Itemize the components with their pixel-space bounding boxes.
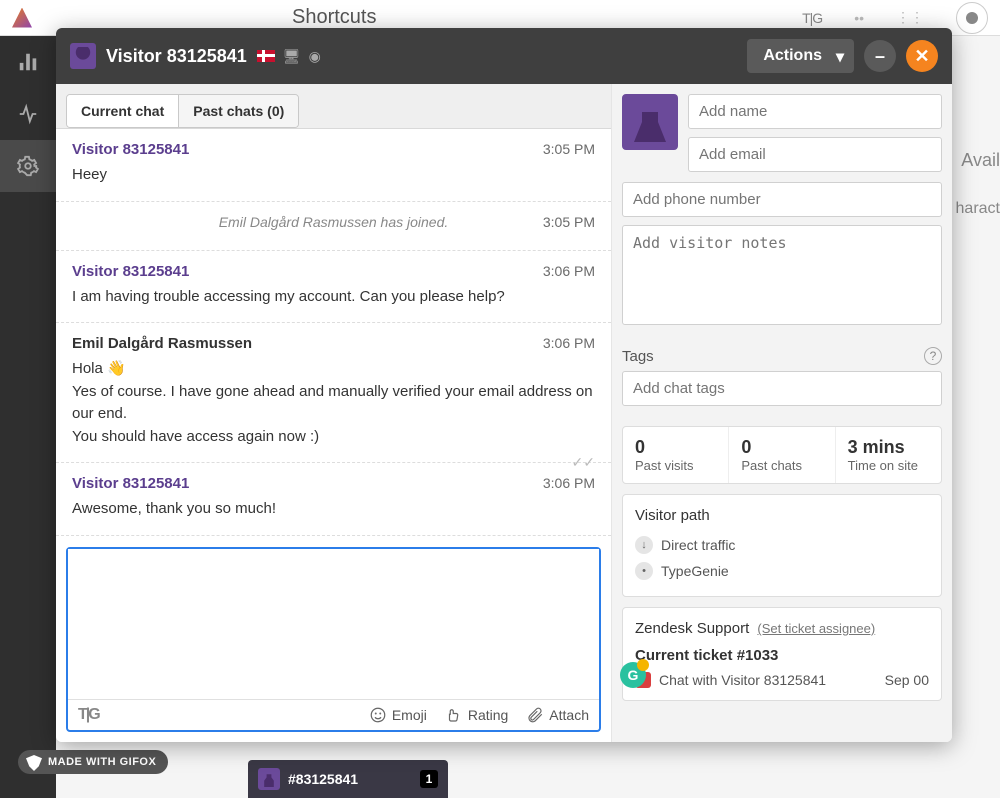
chat-message: Emil Dalgård Rasmussen 3:06 PM Hola 👋Yes o… xyxy=(56,323,611,463)
ticket-item[interactable]: Chat with Visitor 83125841 Sep 00 xyxy=(635,672,929,688)
typegenie-badge: T|G xyxy=(802,10,822,26)
close-button[interactable]: ✕ xyxy=(906,40,938,72)
bg-charact-label: haract xyxy=(956,200,1000,218)
grid-icon: ⋮⋮ xyxy=(896,9,924,26)
chat-tab[interactable]: #83125841 1 xyxy=(248,760,448,798)
sender-name: Visitor 83125841 xyxy=(72,475,189,492)
attach-button[interactable]: Attach xyxy=(526,706,589,724)
visitor-sidebar: Tags ? 0 Past visits 0 Past chats 3 mins… xyxy=(612,84,952,742)
composer: T|G Emoji Rating Attach xyxy=(66,547,601,732)
user-avatar[interactable] xyxy=(956,2,988,34)
visitor-name-input[interactable] xyxy=(688,94,942,129)
visitor-notes-input[interactable] xyxy=(622,225,942,325)
set-assignee-link[interactable]: (Set ticket assignee) xyxy=(757,621,875,636)
tab-current-chat[interactable]: Current chat xyxy=(67,95,178,127)
nav-settings[interactable] xyxy=(0,140,56,192)
rating-button[interactable]: Rating xyxy=(445,706,508,724)
visitor-email-input[interactable] xyxy=(688,137,942,172)
visitor-path-text: Direct traffic xyxy=(661,537,735,553)
sender-name: Emil Dalgård Rasmussen xyxy=(72,335,252,352)
nav-activity[interactable] xyxy=(0,88,56,140)
visitor-path-card: Visitor path ↓ Direct traffic • TypeGeni… xyxy=(622,494,942,597)
emoji-button[interactable]: Emoji xyxy=(369,706,427,724)
message-input[interactable] xyxy=(68,549,599,699)
emoji-label: Emoji xyxy=(392,707,427,723)
sender-name: Visitor 83125841 xyxy=(72,263,189,280)
message-body: Hola 👋Yes of course. I have gone ahead a… xyxy=(72,358,595,448)
app-logo-icon xyxy=(12,8,32,28)
sender-name: Visitor 83125841 xyxy=(72,141,189,158)
system-text: Emil Dalgård Rasmussen has joined. xyxy=(219,214,449,230)
modal-header: Visitor 83125841 🖥 ◉ Actions – ✕ xyxy=(56,28,952,84)
tags-section-header: Tags ? xyxy=(612,335,952,371)
visitor-avatar-icon xyxy=(258,768,280,790)
chat-message: Visitor 83125841 3:06 PM Awesome, thank yo… xyxy=(56,463,611,536)
tab-past-chats[interactable]: Past chats (0) xyxy=(178,95,298,127)
browser-icon: ◉ xyxy=(309,48,321,65)
chat-tags-input[interactable] xyxy=(622,371,942,406)
visitor-path-item: ↓ Direct traffic xyxy=(635,532,929,558)
rating-label: Rating xyxy=(468,707,508,723)
stat-label: Past visits xyxy=(635,458,716,473)
ticket-date: Sep 00 xyxy=(885,672,929,688)
ticket-title: Chat with Visitor 83125841 xyxy=(659,672,826,688)
chat-message: Visitor 83125841 3:05 PM Heey xyxy=(56,129,611,202)
attach-label: Attach xyxy=(549,707,589,723)
tags-label: Tags xyxy=(622,348,654,365)
message-body: I am having trouble accessing my account… xyxy=(72,286,595,309)
visitor-avatar-large-icon xyxy=(622,94,678,150)
typegenie-icon: T|G xyxy=(78,706,99,724)
desktop-icon: 🖥 xyxy=(283,48,301,65)
visitor-path-header: Visitor path xyxy=(635,507,929,524)
chat-tab-badge: 1 xyxy=(420,770,438,788)
message-body: Heey xyxy=(72,164,595,187)
zendesk-title: Zendesk Support xyxy=(635,620,749,637)
current-ticket-label: Current ticket #1033 xyxy=(635,647,929,664)
message-time: 3:06 PM xyxy=(543,335,595,351)
chat-tab-label: #83125841 xyxy=(288,771,358,787)
message-body: Awesome, thank you so much! xyxy=(72,498,595,521)
chat-tabs: Current chat Past chats (0) xyxy=(56,84,611,129)
arrow-down-icon: ↓ xyxy=(635,536,653,554)
stat-time-on-site: 3 mins Time on site xyxy=(836,427,941,483)
denmark-flag-icon xyxy=(257,50,275,62)
visitor-path-text: TypeGenie xyxy=(661,563,729,579)
message-time: 3:05 PM xyxy=(543,214,595,230)
nav-home[interactable] xyxy=(0,36,56,88)
read-receipt-icon: ✓✓ xyxy=(572,452,595,473)
stat-label: Past chats xyxy=(741,458,822,473)
gifox-watermark: MADE WITH GIFOX xyxy=(18,750,168,774)
message-time: 3:05 PM xyxy=(543,141,595,157)
system-message: Emil Dalgård Rasmussen has joined. 3:05 P… xyxy=(56,202,611,251)
stat-past-chats: 0 Past chats xyxy=(729,427,835,483)
chat-message: Visitor 83125841 3:06 PM I am having troub… xyxy=(56,251,611,324)
stat-value: 0 xyxy=(635,437,716,458)
message-time: 3:06 PM xyxy=(543,263,595,279)
stat-value: 3 mins xyxy=(848,437,929,458)
left-nav-rail xyxy=(0,36,56,798)
grammarly-icon[interactable]: G xyxy=(620,662,646,688)
minimize-button[interactable]: – xyxy=(864,40,896,72)
chat-modal: Visitor 83125841 🖥 ◉ Actions – ✕ Current… xyxy=(56,28,952,742)
actions-dropdown[interactable]: Actions xyxy=(747,39,854,73)
help-icon[interactable]: ? xyxy=(924,347,942,365)
stat-label: Time on site xyxy=(848,458,929,473)
page-title: Shortcuts xyxy=(292,6,376,29)
visitor-avatar-icon xyxy=(70,43,96,69)
modal-title: Visitor 83125841 xyxy=(106,46,247,67)
bg-avail-label: Avail xyxy=(961,150,1000,171)
zendesk-support-card: Zendesk Support (Set ticket assignee) Cu… xyxy=(622,607,942,701)
dot-icon: • xyxy=(635,562,653,580)
stat-past-visits: 0 Past visits xyxy=(623,427,729,483)
visitor-phone-input[interactable] xyxy=(622,182,942,217)
visitor-stats: 0 Past visits 0 Past chats 3 mins Time o… xyxy=(622,426,942,484)
visitor-path-item: • TypeGenie xyxy=(635,558,929,584)
dots-icon: •• xyxy=(854,10,864,26)
message-time: 3:06 PM xyxy=(543,475,595,491)
chat-transcript: Visitor 83125841 3:05 PM Heey Emil Dalgård … xyxy=(56,129,611,539)
stat-value: 0 xyxy=(741,437,822,458)
